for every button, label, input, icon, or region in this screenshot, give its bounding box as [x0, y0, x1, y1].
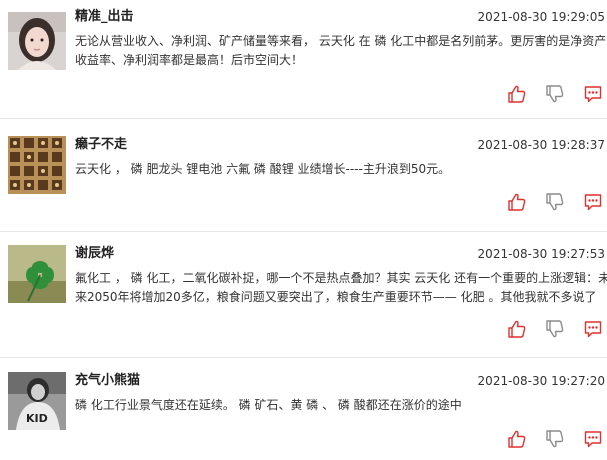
- dislike-button[interactable]: [545, 192, 565, 212]
- thumbs-up-icon: [508, 320, 526, 338]
- reply-button[interactable]: [583, 319, 603, 339]
- comment-text: 云天化 ， 磷 肥龙头 锂电池 六氟 磷 酸锂 业绩增长----主升浪到50元。: [75, 162, 451, 176]
- timestamp: 2021-08-30 19:28:37: [477, 138, 605, 152]
- pattern-avatar-icon: [8, 136, 66, 194]
- user-photo-avatar-icon: [8, 12, 66, 70]
- divider: [0, 357, 607, 358]
- reply-button[interactable]: [583, 84, 603, 104]
- comment-post: 精准_出击 2021-08-30 19:29:05 无论从营业收入、净利润、矿产…: [0, 8, 607, 111]
- comment-text: 磷 化工行业景气度还在延续。 磷 矿石、黄 磷 、 磷 酸都还在涨价的途中: [75, 398, 462, 412]
- thumbs-up-icon: [508, 85, 526, 103]
- comment-actions: [503, 192, 603, 212]
- comment-icon: [584, 431, 602, 448]
- svg-text:KID: KID: [26, 412, 48, 425]
- username[interactable]: 精准_出击: [75, 8, 134, 26]
- comment-text: 收益率、净利润率都是最高！后市空间大！: [75, 53, 304, 67]
- comment-actions: [503, 84, 603, 104]
- comment-actions: [503, 319, 603, 339]
- like-button[interactable]: [507, 429, 527, 449]
- comment-icon: [584, 194, 602, 211]
- timestamp: 2021-08-30 19:27:20: [477, 374, 605, 388]
- comment-text: 无论从营业收入、净利润、矿产储量等来看， 云天化 在 磷 化工中都是名列前茅。更…: [75, 34, 607, 48]
- bw-photo-avatar-icon: KID: [8, 372, 66, 430]
- avatar[interactable]: [8, 12, 66, 70]
- like-button[interactable]: [507, 84, 527, 104]
- comment-post: 癞子不走 2021-08-30 19:28:37 云天化 ， 磷 肥龙头 锂电池…: [0, 136, 607, 231]
- comment-actions: [503, 429, 603, 449]
- comment-feed: 精准_出击 2021-08-30 19:29:05 无论从营业收入、净利润、矿产…: [0, 0, 607, 460]
- reply-button[interactable]: [583, 429, 603, 449]
- thumbs-down-icon: [546, 193, 564, 211]
- thumbs-down-icon: [546, 430, 564, 448]
- reply-button[interactable]: [583, 192, 603, 212]
- divider: [0, 118, 607, 119]
- like-button[interactable]: [507, 192, 527, 212]
- comment-text: 氟化工 ， 磷 化工，二氧化碳补捉，哪一个不是热点叠加？其实 云天化 还有一个重…: [75, 271, 607, 285]
- comment-post: KID 充气小熊猫 2021-08-30 19:27:20 磷 化工行业景气度还…: [0, 372, 607, 460]
- dislike-button[interactable]: [545, 429, 565, 449]
- like-button[interactable]: [507, 319, 527, 339]
- avatar[interactable]: [8, 245, 66, 303]
- dislike-button[interactable]: [545, 84, 565, 104]
- avatar[interactable]: [8, 136, 66, 194]
- thumbs-down-icon: [546, 85, 564, 103]
- avatar[interactable]: KID: [8, 372, 66, 430]
- timestamp: 2021-08-30 19:29:05: [477, 10, 605, 24]
- username[interactable]: 谢辰烨: [75, 245, 114, 263]
- dislike-button[interactable]: [545, 319, 565, 339]
- clover-avatar-icon: [8, 245, 66, 303]
- username[interactable]: 癞子不走: [75, 136, 127, 154]
- comment-text: 来2050年将增加20多亿，粮食问题又要突出了，粮食生产重要环节—— 化肥 。其…: [75, 290, 597, 304]
- thumbs-up-icon: [508, 430, 526, 448]
- comment-icon: [584, 86, 602, 103]
- divider: [0, 231, 607, 232]
- comment-icon: [584, 321, 602, 338]
- username[interactable]: 充气小熊猫: [75, 372, 140, 390]
- thumbs-down-icon: [546, 320, 564, 338]
- comment-post: 谢辰烨 2021-08-30 19:27:53 氟化工 ， 磷 化工，二氧化碳补…: [0, 245, 607, 345]
- timestamp: 2021-08-30 19:27:53: [477, 247, 605, 261]
- thumbs-up-icon: [508, 193, 526, 211]
